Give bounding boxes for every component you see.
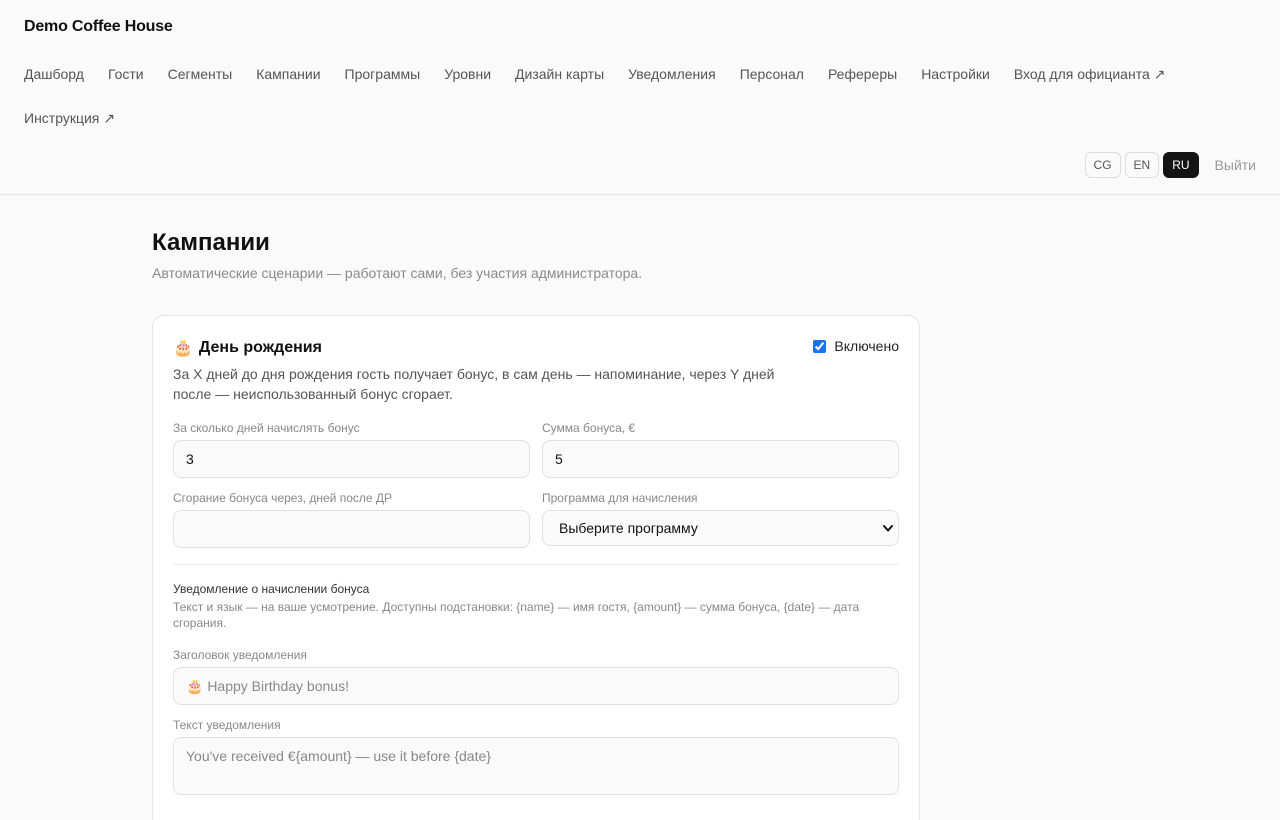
bonus-amount-input[interactable] (542, 440, 899, 478)
nav-item-dashboard[interactable]: Дашборд (24, 64, 84, 84)
lang-button-ru[interactable]: RU (1163, 152, 1199, 178)
birthday-cake-icon: 🎂 (173, 340, 193, 357)
birthday-campaign-card: 🎂 День рождения Включено За X дней до дн… (152, 315, 920, 820)
lang-button-cg[interactable]: CG (1084, 152, 1121, 178)
language-switcher: CG EN RU Выйти (1084, 152, 1256, 178)
nav-item-segments[interactable]: Сегменты (168, 64, 233, 84)
nav-item-waiter-login[interactable]: Вход для официанта ↗ (1014, 64, 1166, 84)
bonus-amount-label: Сумма бонуса, € (542, 421, 636, 435)
expire-days-label: Сгорание бонуса через, дней после ДР (173, 491, 393, 505)
nav-item-levels[interactable]: Уровни (444, 64, 491, 84)
expire-days-input[interactable] (173, 510, 530, 548)
nav-item-referrers[interactable]: Рефереры (828, 64, 897, 84)
notification-title-label: Заголовок уведомления (173, 648, 307, 662)
enabled-label: Включено (834, 338, 899, 354)
notification-body-label: Текст уведомления (173, 718, 281, 732)
campaign-title: 🎂 День рождения (173, 338, 322, 358)
campaign-title-text: День рождения (198, 339, 322, 356)
notification-title-input[interactable] (173, 667, 899, 705)
page-title: Кампании (152, 229, 270, 256)
notification-section-description: Текст и язык — на ваше усмотрение. Досту… (173, 600, 860, 630)
enabled-checkbox[interactable] (813, 339, 827, 353)
nav-item-staff[interactable]: Персонал (740, 64, 804, 84)
days-before-input[interactable] (173, 440, 530, 478)
campaign-description: За X дней до дня рождения гость получает… (173, 366, 775, 402)
section-divider (173, 564, 899, 565)
nav-item-programs[interactable]: Программы (345, 64, 421, 84)
lang-button-en[interactable]: EN (1124, 152, 1160, 178)
nav-item-guests[interactable]: Гости (108, 64, 144, 84)
program-label: Программа для начисления (542, 491, 698, 505)
days-before-label: За сколько дней начислять бонус (173, 421, 360, 435)
nav-item-settings[interactable]: Настройки (921, 64, 990, 84)
nav-item-instructions[interactable]: Инструкция ↗ (24, 108, 115, 128)
top-header: Demo Coffee House Дашборд Гости Сегменты… (0, 0, 1280, 195)
notification-body-textarea[interactable] (173, 737, 899, 795)
nav-item-notifications[interactable]: Уведомления (628, 64, 716, 84)
nav-item-card-design[interactable]: Дизайн карты (515, 64, 604, 84)
enabled-toggle[interactable]: Включено (813, 338, 899, 354)
notification-section-title: Уведомление о начислении бонуса (173, 582, 370, 596)
main-nav: Дашборд Гости Сегменты Кампании Программ… (24, 64, 1224, 128)
brand-title: Demo Coffee House (24, 18, 173, 35)
logout-link[interactable]: Выйти (1215, 157, 1256, 173)
nav-item-campaigns[interactable]: Кампании (256, 64, 320, 84)
page-subtitle: Автоматические сценарии — работают сами,… (152, 265, 643, 281)
program-select[interactable]: Выберите программу (542, 510, 899, 546)
